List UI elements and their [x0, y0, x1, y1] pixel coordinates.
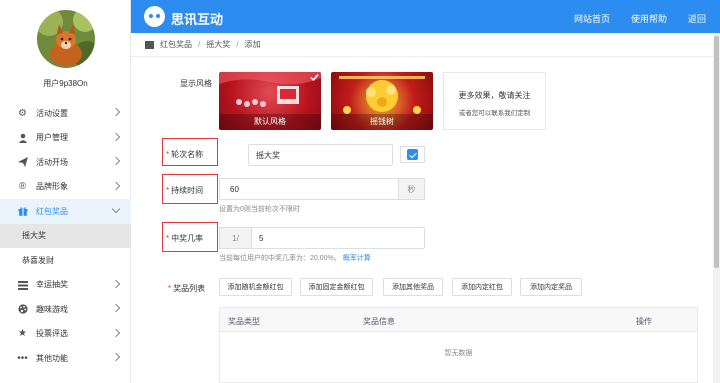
palette-icon: [17, 304, 28, 315]
username: 用户9p38On: [43, 79, 88, 88]
add-preset-prize-button[interactable]: 添加内定奖品: [520, 278, 582, 296]
avatar[interactable]: [37, 10, 95, 68]
list-icon: [17, 279, 28, 290]
add-random-red-packet-button[interactable]: 添加随机金额红包: [219, 278, 292, 296]
more-styles-card: 更多效果，敬请关注 或者您可以联系我们定制: [443, 72, 546, 130]
column-header-actions: 操作: [636, 317, 652, 326]
probability-calc-link[interactable]: 概率计算: [343, 255, 371, 262]
nav-link-home[interactable]: 网站首页: [574, 12, 610, 25]
add-other-prize-button[interactable]: 添加其他奖品: [383, 278, 443, 296]
sidebar-item-label: 投票评选: [36, 329, 68, 339]
duration-unit: 秒: [398, 178, 425, 200]
chevron-right-icon: [111, 279, 121, 288]
sidebar-menu: ⚙ 活动设置 用户管理 活动开场 ® 品牌形象 红包奖品 摇大奖 恭喜发财 幸运…: [0, 101, 131, 371]
logo-icon: [144, 6, 165, 27]
table-header: 奖品类型 奖品信息 操作: [220, 308, 697, 332]
sidebar-item-other-functions[interactable]: ••• 其他功能: [0, 346, 131, 371]
more-styles-subtitle: 或者您可以联系我们定制: [458, 110, 531, 117]
sidebar-subitem-gong-xi-fa-cai[interactable]: 恭喜发财: [0, 248, 131, 273]
user-icon: [17, 132, 28, 143]
sidebar-item-label: 品牌形象: [36, 182, 68, 192]
scrollbar-thumb[interactable]: [714, 36, 719, 268]
prize-table: 奖品类型 奖品信息 操作 暂无数据: [219, 307, 698, 383]
duration-input[interactable]: 60: [219, 178, 399, 200]
win-rate-input[interactable]: 5: [251, 227, 425, 249]
sidebar-item-label: 活动开场: [36, 157, 68, 167]
gift-icon: [17, 206, 28, 217]
sidebar-item-activity-settings[interactable]: ⚙ 活动设置: [0, 101, 131, 126]
sidebar-item-brand-image[interactable]: ® 品牌形象: [0, 175, 131, 200]
chevron-down-icon: [111, 204, 121, 214]
gear-icon: ⚙: [18, 107, 27, 119]
sidebar-item-label: 红包奖品: [36, 206, 68, 216]
chevron-right-icon: [111, 107, 121, 117]
registered-icon: ®: [18, 181, 27, 193]
sidebar-item-label: 其他功能: [36, 353, 68, 363]
sidebar-item-red-packet-prizes[interactable]: 红包奖品: [0, 199, 131, 224]
nav-link-back[interactable]: 返回: [688, 12, 706, 25]
breadcrumb-item-current: 添加: [244, 40, 261, 49]
checkbox-checked-icon: [407, 149, 418, 160]
style-option-label: 摇钱树: [370, 117, 394, 126]
chevron-right-icon: [111, 181, 121, 190]
chevron-right-icon: [111, 156, 121, 166]
round-name-input[interactable]: 摇大奖: [248, 144, 393, 166]
win-rate-hint: 当前每位用户的中奖几率为：20.00%。 概率计算: [219, 255, 371, 262]
paper-plane-icon: [17, 157, 28, 168]
avatar-fox-image: [37, 10, 95, 68]
sidebar-item-voting[interactable]: ★ 投票评选: [0, 322, 131, 347]
sidebar-item-label: 趣味游戏: [36, 304, 68, 314]
nav-link-help[interactable]: 使用帮助: [631, 12, 667, 25]
chevron-right-icon: [111, 352, 121, 362]
duration-hint: 设置为0则当前轮次不限时: [219, 206, 300, 213]
sidebar-item-user-management[interactable]: 用户管理: [0, 126, 131, 151]
empty-state: 暂无数据: [444, 350, 473, 357]
style-label: 显示风格: [180, 79, 212, 88]
round-name-checkbox[interactable]: [400, 146, 425, 163]
more-styles-title: 更多效果，敬请关注: [458, 91, 531, 100]
chevron-right-icon: [111, 132, 121, 141]
breadcrumb: 红包奖品 / 摇大奖 / 添加: [131, 33, 720, 57]
sidebar-item-lucky-draw[interactable]: 幸运抽奖: [0, 273, 131, 298]
logo-text: 思讯互动: [171, 12, 224, 27]
column-header-prize-type: 奖品类型: [228, 317, 260, 326]
sidebar-item-label: 幸运抽奖: [36, 280, 68, 290]
sidebar: 用户9p38On ⚙ 活动设置 用户管理 活动开场 ® 品牌形象 红包奖品 摇大…: [0, 0, 131, 383]
sidebar-item-activity-opening[interactable]: 活动开场: [0, 150, 131, 175]
style-option-default[interactable]: 默认风格: [219, 72, 321, 130]
style-option-money-tree[interactable]: 摇钱树: [331, 72, 433, 130]
star-icon: ★: [18, 328, 27, 340]
top-header: 思讯互动 网站首页 使用帮助 返回: [131, 0, 720, 33]
ellipsis-icon: •••: [17, 352, 28, 364]
prize-list-label: * 奖品列表: [168, 284, 206, 293]
sidebar-item-label: 用户管理: [36, 133, 68, 143]
duration-label: * 持续时间: [166, 186, 204, 195]
check-icon: [310, 74, 319, 82]
chevron-right-icon: [111, 303, 121, 313]
add-preset-red-packet-button[interactable]: 添加内定红包: [452, 278, 512, 296]
sidebar-item-fun-games[interactable]: 趣味游戏: [0, 297, 131, 322]
sidebar-subitem-label: 恭喜发财: [22, 255, 54, 265]
sidebar-subitem-shake-prize[interactable]: 摇大奖: [0, 223, 131, 248]
breadcrumb-item[interactable]: 摇大奖: [206, 39, 230, 50]
win-rate-label: * 中奖几率: [166, 234, 204, 243]
add-fixed-red-packet-button[interactable]: 添加固定金额红包: [300, 278, 373, 296]
round-name-label: * 轮次名称: [166, 150, 204, 159]
column-header-prize-info: 奖品信息: [363, 317, 395, 326]
win-rate-prefix: 1/: [219, 227, 252, 249]
sidebar-subitem-label: 摇大奖: [22, 231, 46, 241]
breadcrumb-item[interactable]: 红包奖品: [160, 39, 192, 50]
home-icon: [145, 40, 154, 49]
style-option-label: 默认风格: [254, 117, 286, 126]
sidebar-item-label: 活动设置: [36, 108, 68, 118]
chevron-right-icon: [111, 328, 121, 337]
